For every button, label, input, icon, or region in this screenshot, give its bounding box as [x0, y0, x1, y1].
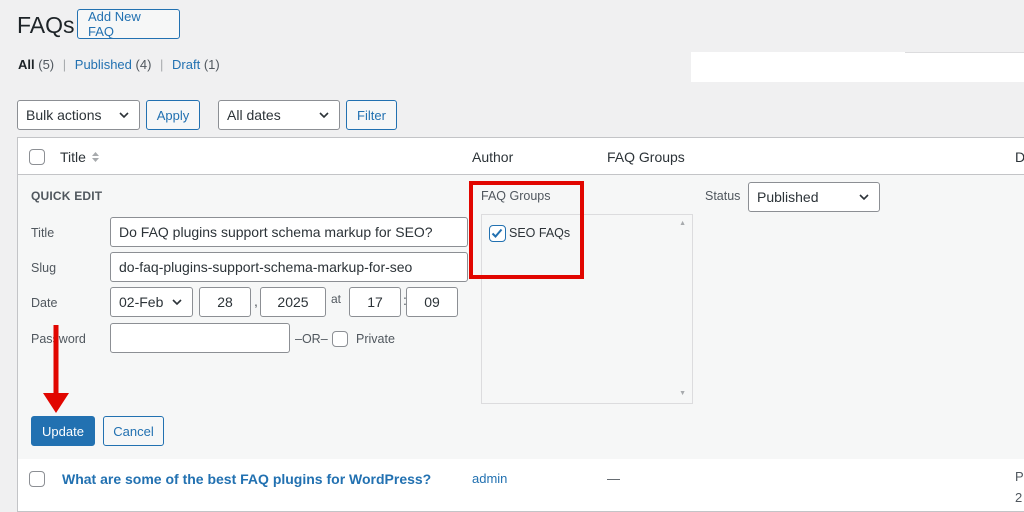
filter-published-count: (4)	[135, 57, 152, 72]
update-button[interactable]: Update	[31, 416, 95, 446]
filter-draft-link[interactable]: Draft	[172, 57, 200, 72]
bulk-actions-select[interactable]: Bulk actions	[17, 100, 140, 130]
private-checkbox[interactable]	[332, 331, 348, 347]
filter-all-link[interactable]: All	[18, 57, 35, 72]
chevron-down-icon	[859, 194, 869, 201]
private-label: Private	[356, 332, 395, 346]
scroll-down-icon[interactable]: ▼	[679, 390, 686, 397]
filter-separator: |	[160, 57, 164, 72]
date-comma: ,	[254, 293, 258, 309]
minute-input[interactable]: 09	[406, 287, 458, 317]
status-label: Status	[705, 189, 741, 203]
scroll-up-icon[interactable]: ▲	[679, 220, 686, 227]
row-date-year: 2	[1015, 490, 1023, 505]
password-input[interactable]	[110, 323, 290, 353]
hour-input[interactable]: 17	[349, 287, 401, 317]
add-new-faq-button[interactable]: Add New FAQ	[77, 9, 180, 39]
month-select[interactable]: 02-Feb	[110, 287, 193, 317]
day-input[interactable]: 28	[199, 287, 251, 317]
row-author-link[interactable]: admin	[472, 471, 507, 486]
apply-button[interactable]: Apply	[146, 100, 200, 130]
column-date[interactable]: D	[1015, 149, 1024, 165]
column-author: Author	[472, 149, 514, 165]
year-input[interactable]: 2025	[260, 287, 326, 317]
cancel-button[interactable]: Cancel	[103, 416, 164, 446]
status-value: Published	[757, 189, 819, 205]
quick-edit-heading: QUICK EDIT	[31, 189, 103, 203]
title-label: Title	[31, 226, 55, 240]
row-groups: —	[607, 471, 620, 486]
title-input[interactable]: Do FAQ plugins support schema markup for…	[110, 217, 468, 247]
chevron-down-icon	[319, 112, 329, 119]
page-title: FAQs	[17, 12, 75, 38]
sort-icon	[92, 152, 99, 162]
row-title-link[interactable]: What are some of the best FAQ plugins fo…	[62, 471, 431, 487]
filter-button[interactable]: Filter	[346, 100, 397, 130]
dates-value: All dates	[227, 107, 281, 123]
chevron-down-icon	[119, 112, 129, 119]
at-label: at	[331, 292, 342, 306]
column-title-sort[interactable]: Title	[60, 149, 86, 165]
column-faq-groups: FAQ Groups	[607, 149, 685, 165]
status-filter-links: All (5) | Published (4) | Draft (1)	[18, 57, 220, 72]
filter-draft-count: (1)	[203, 57, 220, 72]
table-header: Title Author FAQ Groups D	[18, 138, 1024, 175]
filter-published-link[interactable]: Published	[75, 57, 132, 72]
filter-all-count: (5)	[38, 57, 55, 72]
red-arrow-icon	[43, 325, 69, 413]
slug-label: Slug	[31, 261, 57, 275]
or-label: –OR–	[295, 332, 328, 346]
dates-select[interactable]: All dates	[218, 100, 340, 130]
highlight-box	[469, 181, 584, 279]
filter-separator: |	[62, 57, 67, 72]
select-all-checkbox[interactable]	[29, 149, 45, 165]
row-date-status: P	[1015, 469, 1024, 484]
search-input[interactable]	[691, 52, 1024, 82]
month-value: 02-Feb	[119, 294, 164, 310]
row-checkbox[interactable]	[29, 471, 45, 487]
date-label: Date	[31, 296, 58, 310]
status-select[interactable]: Published	[748, 182, 880, 212]
slug-input[interactable]: do-faq-plugins-support-schema-markup-for…	[110, 252, 468, 282]
bulk-actions-value: Bulk actions	[26, 107, 102, 123]
chevron-down-icon	[172, 299, 182, 306]
